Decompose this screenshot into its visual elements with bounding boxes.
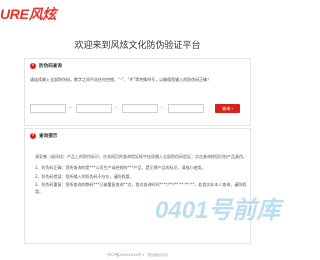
code-input-row: - - - 查询 › <box>25 104 252 115</box>
hints-intro: 请妥善（或风炫）产品上的防伪标识，在本网页的查询验证框中连续输入全部防伪码验证，… <box>35 154 247 159</box>
query-button-label: 查询 <box>221 105 231 111</box>
footer-text: 沪ICP备XXXXXXXX号-1 · 防伪验证平台 <box>106 253 169 257</box>
code-input-2[interactable] <box>76 104 112 113</box>
brand-logo[interactable]: URE风炫 <box>0 4 56 24</box>
info-icon: i <box>30 62 36 69</box>
query-panel-header: i 防伪码查询 <box>25 59 250 72</box>
code-separator: - <box>115 105 117 111</box>
code-input-3[interactable] <box>122 104 158 113</box>
hint-item: 3、防伪码重复：您所查询的数码***已被重复查询**次，首次查询时间****/*… <box>35 182 247 194</box>
anti-counterfeit-query-panel: i 防伪码查询 请连续输入全部防伪码，数字之间不含任何空格、“-”、“#”等特殊… <box>24 58 251 126</box>
query-hints-panel: ? 查询提示 请妥善（或风炫）产品上的防伪标识，在本网页的查询验证框中连续输入全… <box>24 128 251 244</box>
code-input-4[interactable] <box>168 104 204 113</box>
help-icon: ? <box>30 132 36 139</box>
code-separator: - <box>69 105 71 111</box>
query-instructions: 请连续输入全部防伪码，数字之间不含任何空格、“-”、“#”等特殊符号，以确保您输… <box>30 77 212 82</box>
hint-item: 2、防伪码错误：您所输入的防伪码不存在，谨防假冒。 <box>35 173 134 179</box>
query-panel-heading: 防伪码查询 <box>39 63 62 69</box>
chevron-right-icon: › <box>231 106 234 111</box>
hints-panel-header: ? 查询提示 <box>25 129 250 142</box>
code-separator: - <box>161 105 163 111</box>
hint-item: 1、防伪码正确：您所查询的是***公司生产或经销的***产品，是正牌产品的标识，… <box>35 165 206 171</box>
page-title: 欢迎来到风炫文化防伪验证平台 <box>74 41 201 51</box>
hints-panel-heading: 查询提示 <box>39 133 58 139</box>
code-input-1[interactable] <box>30 104 66 113</box>
query-button[interactable]: 查询 › <box>215 104 240 113</box>
hints-list: 1、防伪码正确：您所查询的是***公司生产或经销的***产品，是正牌产品的标识，… <box>35 165 247 195</box>
hints-body: 请妥善（或风炫）产品上的防伪标识，在本网页的查询验证框中连续输入全部防伪码验证，… <box>35 154 247 197</box>
